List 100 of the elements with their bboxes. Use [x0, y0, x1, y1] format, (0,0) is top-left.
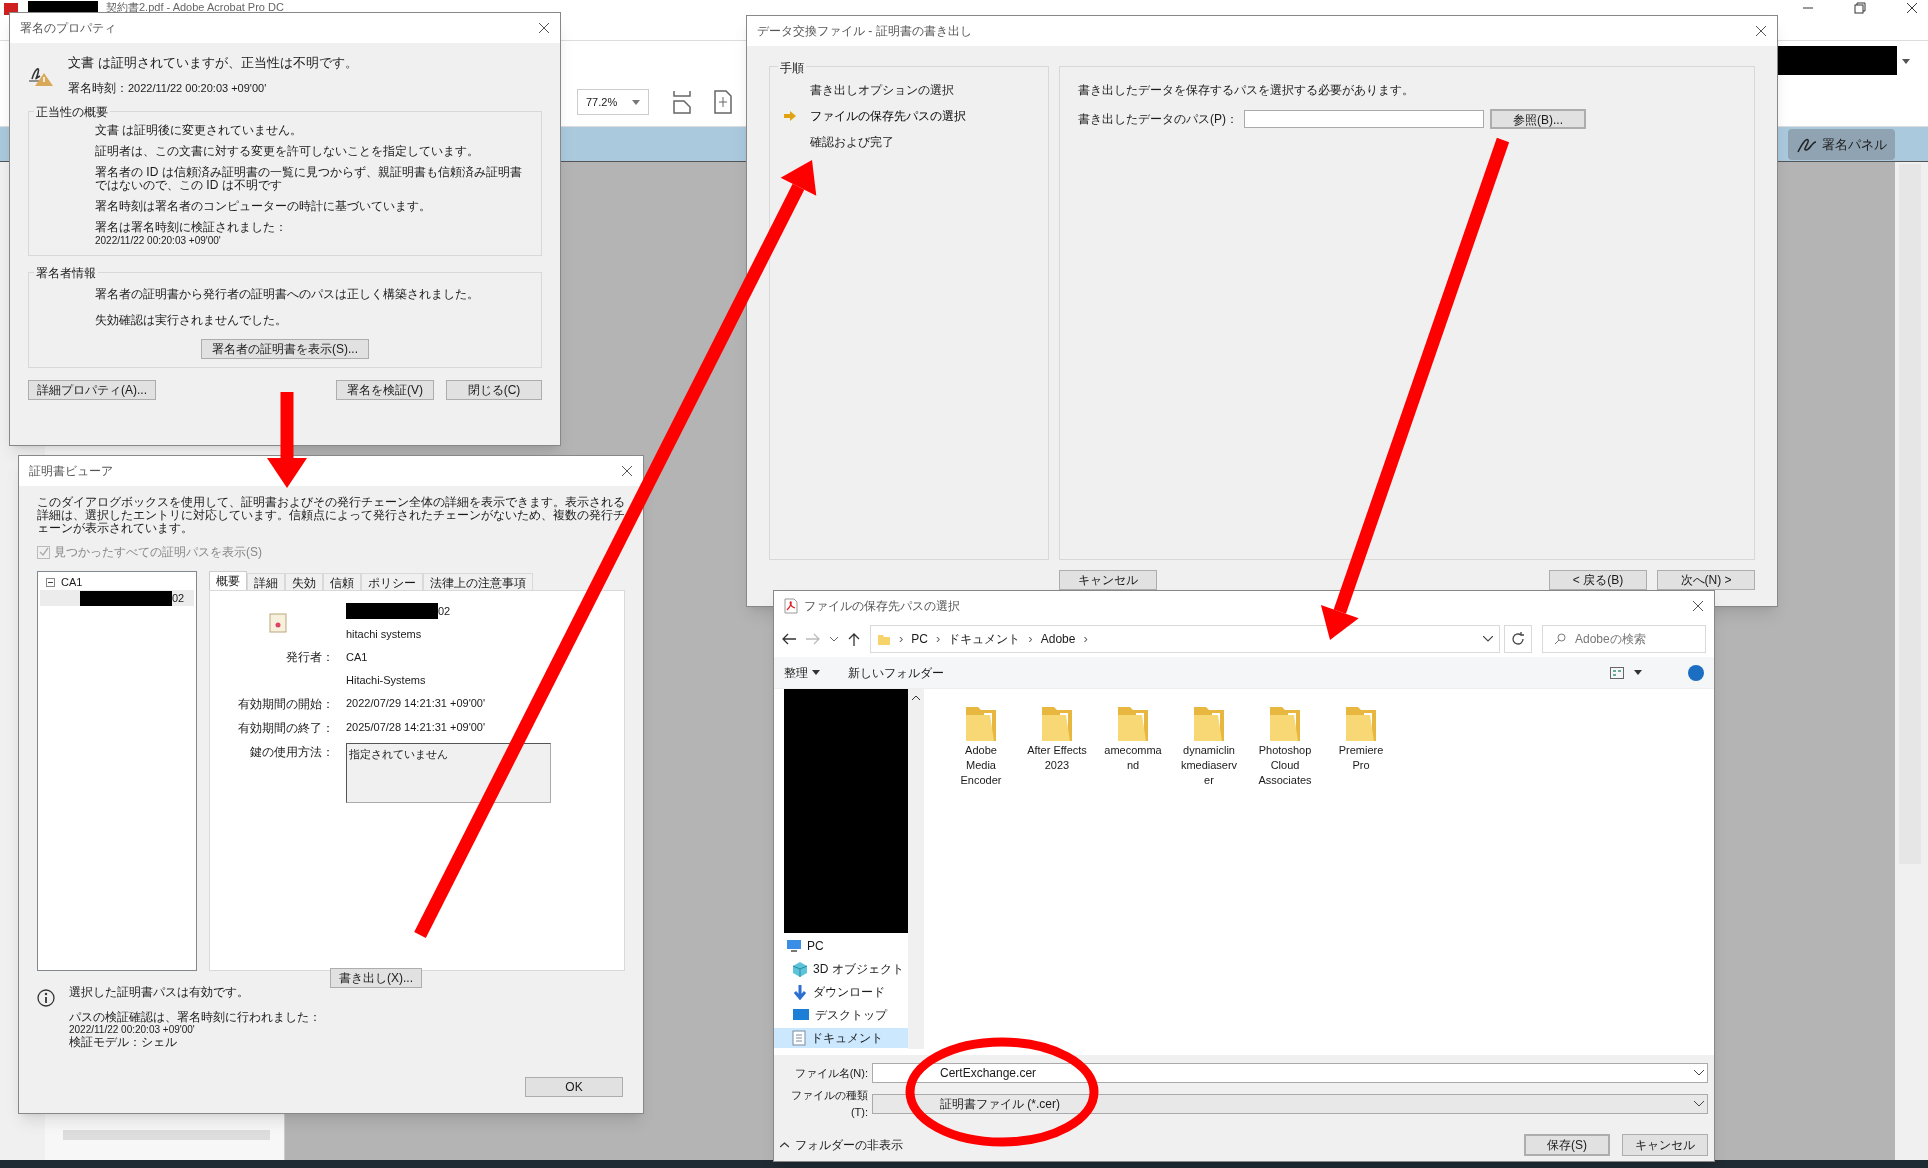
button[interactable]: 書き出し(X)...	[330, 968, 422, 988]
address-bar[interactable]: › PC › ドキュメント › Adobe ›	[870, 625, 1500, 653]
text: 署名者の ID は信頼済み証明書の一覧に見つからず、親証明書も信頼済み証明書ではないので、この ID は不明です	[95, 165, 523, 192]
button[interactable]: 署名者の証明書を表示(S)...	[201, 338, 369, 359]
view-icon	[1610, 666, 1624, 679]
timestamp: 2022/11/22 00:20:03 +09'00'	[95, 233, 222, 247]
text: 文書 は証明後に変更されていません。	[95, 123, 304, 137]
app-icon	[4, 1, 20, 15]
folder-name: dynamiclin kmediaserv er	[1179, 743, 1239, 788]
nav-item[interactable]: ドキュメント	[774, 1028, 908, 1048]
text: 証明者は、この文書に対する変更を許可しないことを指定しています。	[95, 144, 480, 158]
folder-item[interactable]: After Effects 2023	[1026, 703, 1088, 773]
status-text: 検証モデル：シェル	[69, 1036, 178, 1049]
separator-text: ›	[936, 630, 941, 649]
folder-item[interactable]: Photoshop Cloud Associates	[1254, 703, 1316, 788]
breadcrumb-item[interactable]: Adobe	[1040, 630, 1076, 648]
close-icon	[1906, 2, 1918, 14]
step-item: ファイルの保存先パスの選択	[810, 108, 966, 125]
chevron-down-icon	[1694, 1100, 1704, 1107]
computer-icon	[786, 939, 802, 953]
button[interactable]: 保存(S)	[1524, 1134, 1610, 1156]
folder-item[interactable]: amecomma nd	[1102, 703, 1164, 773]
tree-item[interactable]: CA1	[40, 574, 194, 590]
caret-icon	[1902, 59, 1910, 64]
description-text: このダイアログボックスを使用して、証明書およびその発行チェーン全体の詳細を表示できます。表示される詳細は、選択したエントリに対応しています。信頼点によって発行されたチェーンがないため、複数の発行チェーンが表示されています。	[37, 496, 625, 535]
close-icon	[1692, 600, 1704, 612]
field-value: 2025/07/28 14:21:31 +09'00'	[346, 720, 487, 736]
certificate-name: 02	[438, 604, 451, 619]
status-text: 選択した証明書パスは有効です。	[69, 984, 250, 1001]
filename-field[interactable]: CertExchange.cer	[872, 1063, 1708, 1083]
refresh-icon	[1504, 625, 1532, 653]
button[interactable]: < 戻る(B)	[1549, 570, 1647, 590]
field-label: 有効期間の終了：	[237, 719, 334, 737]
text: 署名者の証明書から発行者の証明書へのパスは正しく構築されました。	[95, 285, 480, 303]
checkbox-label: 見つかったすべての証明パスを表示(S)	[54, 544, 262, 561]
button[interactable]: 署名を検証(V)	[336, 379, 434, 400]
close-icon	[621, 465, 633, 477]
field-value: CA1	[346, 649, 369, 665]
download-icon	[792, 984, 808, 1000]
up-icon	[848, 632, 860, 646]
text: 署名は署名時刻に検証されました：	[95, 220, 288, 234]
window-title: 契約書2.pdf - Adobe Acrobat Pro DC	[106, 1, 284, 13]
tab[interactable]: 法律上の注意事項	[423, 573, 533, 590]
button[interactable]: 閉じる(C)	[446, 379, 542, 400]
separator-text: ›	[899, 630, 904, 649]
dialog-title: 証明書ビューア	[29, 463, 114, 480]
breadcrumb-item[interactable]: PC	[911, 630, 928, 648]
nav-item[interactable]: PC	[774, 936, 924, 956]
nav-item[interactable]: デスクトップ	[774, 1005, 924, 1025]
folder-item[interactable]: Premiere Pro	[1330, 703, 1392, 773]
cube-icon	[792, 961, 808, 977]
text: 失効確認は実行されませんでした。	[95, 311, 288, 329]
zoom-dropdown[interactable]: 77.2%	[577, 89, 649, 115]
button[interactable]: 詳細プロパティ(A)...	[28, 379, 156, 400]
folder-item[interactable]: dynamiclin kmediaserv er	[1178, 703, 1240, 788]
field-label: 鍵の使用方法：	[249, 743, 334, 761]
folder-icon	[877, 632, 891, 646]
group-title: 手順	[778, 59, 806, 77]
tab[interactable]: 詳細	[247, 573, 285, 590]
button[interactable]: 参照(B)...	[1490, 109, 1586, 129]
chevron-down-icon	[830, 636, 838, 642]
folder-name: amecomma nd	[1103, 743, 1163, 773]
file-type-dropdown[interactable]: 証明書ファイル (*.cer)	[872, 1093, 1708, 1114]
info-icon	[37, 989, 55, 1007]
nav-item[interactable]: ダウンロード	[774, 982, 924, 1002]
button[interactable]: キャンセル	[1059, 570, 1157, 590]
close-icon	[1755, 25, 1767, 37]
forward-icon	[806, 633, 820, 645]
status-text: パスの検証確認は、署名時刻に行われました：	[69, 1011, 321, 1024]
folder-item[interactable]: Adobe Media Encoder	[950, 703, 1012, 788]
label: 署名時刻：	[68, 79, 128, 97]
restore-icon	[1854, 2, 1866, 14]
close-icon	[538, 22, 550, 34]
tree-item[interactable]: 02	[40, 590, 194, 606]
tab[interactable]: 信頼	[323, 573, 361, 590]
organize-menu[interactable]: 整理	[784, 663, 820, 682]
signing-time: 2022/11/22 00:20:03 +09'00'	[128, 80, 267, 96]
fit-width-icon	[672, 89, 692, 115]
sign-panel-button[interactable]: 署名パネル	[1788, 129, 1895, 160]
new-folder-button[interactable]: 新しいフォルダー	[848, 663, 944, 682]
field-label: 発行者：	[285, 649, 334, 666]
caret-icon	[812, 670, 820, 675]
dialog-title: 署名のプロパティ	[20, 20, 117, 37]
tab[interactable]: ポリシー	[361, 573, 423, 590]
instruction-text: 書き出したデータを保存するパスを選択する必要があります。	[1078, 82, 1415, 99]
tab[interactable]: 失効	[285, 573, 323, 590]
button[interactable]: OK	[525, 1077, 623, 1097]
chevron-down-icon	[1694, 1070, 1704, 1076]
tab[interactable]: 概要	[209, 571, 247, 590]
nav-item[interactable]: 3D オブジェクト	[774, 959, 924, 979]
folder-name: Premiere Pro	[1337, 743, 1385, 773]
search-field[interactable]: Adobeの検索	[1542, 625, 1706, 653]
path-field[interactable]	[1244, 110, 1484, 128]
step-item: 書き出しオプションの選択	[810, 82, 954, 99]
button[interactable]: キャンセル	[1622, 1134, 1708, 1156]
breadcrumb-item[interactable]: ドキュメント	[948, 630, 1021, 648]
dialog-title: データ交換ファイル - 証明書の書き出し	[757, 23, 973, 40]
button[interactable]: 次へ(N) >	[1657, 570, 1755, 590]
hide-folders-button[interactable]: フォルダーの非表示	[780, 1136, 903, 1154]
back-icon	[782, 633, 796, 645]
